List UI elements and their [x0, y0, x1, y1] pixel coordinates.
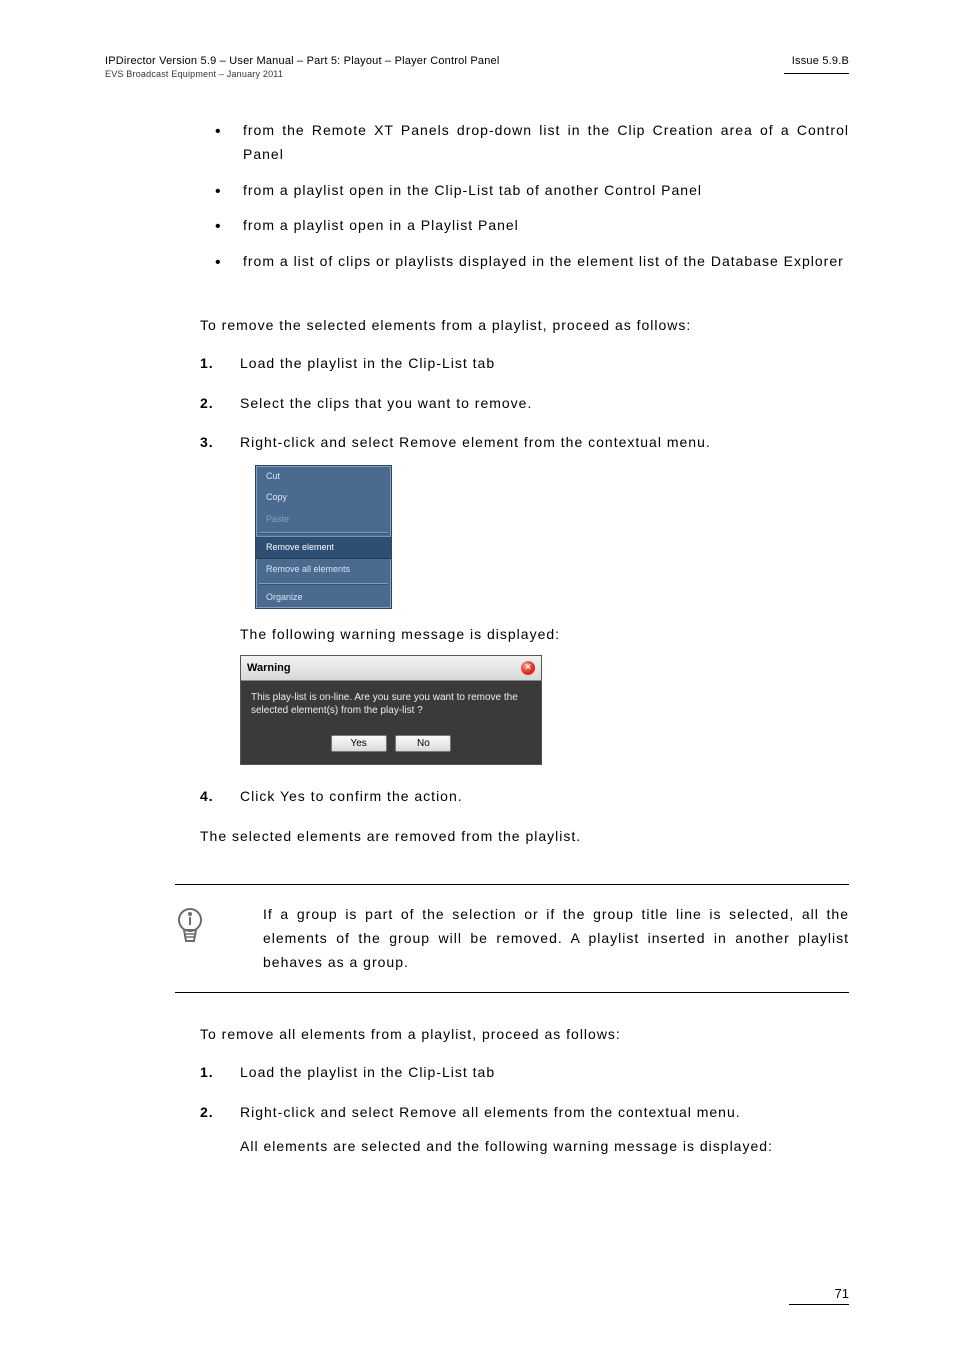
- menu-item-remove-all[interactable]: Remove all elements: [256, 559, 391, 580]
- menu-item-cut[interactable]: Cut: [256, 466, 391, 487]
- header-subtitle: EVS Broadcast Equipment – January 2011: [105, 69, 499, 79]
- step-item: Select the clips that you want to remove…: [240, 392, 849, 416]
- menu-item-copy[interactable]: Copy: [256, 487, 391, 508]
- list-item: from a list of clips or playlists displa…: [215, 250, 849, 274]
- step-item: Load the playlist in the Clip-List tab: [240, 352, 849, 376]
- section-intro: To remove the selected elements from a p…: [200, 314, 849, 338]
- footer-underline: [789, 1304, 849, 1305]
- tip-icon: [175, 907, 205, 943]
- section2-intro: To remove all elements from a playlist, …: [200, 1023, 849, 1047]
- header-underline: [784, 73, 849, 74]
- note-block: If a group is part of the selection or i…: [175, 884, 849, 993]
- no-button[interactable]: No: [395, 735, 451, 752]
- note-text: If a group is part of the selection or i…: [223, 903, 849, 974]
- step-item: Click Yes to confirm the action.: [240, 785, 849, 809]
- menu-separator: [259, 532, 388, 534]
- warning-caption: The following warning message is display…: [240, 623, 849, 647]
- warning-message: This play-list is on-line. Are you sure …: [251, 691, 531, 717]
- step-item: Load the playlist in the Clip-List tab: [240, 1061, 849, 1085]
- list-item: from a playlist open in the Clip-List ta…: [215, 179, 849, 203]
- menu-item-paste: Paste: [256, 509, 391, 530]
- menu-item-organize[interactable]: Organize: [256, 587, 391, 608]
- list-item: from a playlist open in a Playlist Panel: [215, 214, 849, 238]
- step-item: Right-click and select Remove all elemen…: [240, 1101, 849, 1159]
- menu-separator: [259, 583, 388, 585]
- warning-dialog: Warning × This play-list is on-line. Are…: [240, 655, 542, 766]
- context-menu: Cut Copy Paste Remove element Remove all…: [255, 465, 392, 609]
- menu-item-remove-element[interactable]: Remove element: [256, 536, 391, 559]
- warning-title: Warning: [247, 659, 291, 678]
- section-outro: The selected elements are removed from t…: [200, 825, 849, 849]
- list-item: from the Remote XT Panels drop-down list…: [215, 119, 849, 167]
- step-item: Right-click and select Remove element fr…: [240, 431, 849, 765]
- page-number: 71: [789, 1286, 849, 1304]
- close-icon[interactable]: ×: [521, 661, 535, 675]
- header-title: IPDirector Version 5.9 – User Manual – P…: [105, 55, 499, 67]
- header-issue: Issue 5.9.B: [784, 55, 849, 67]
- yes-button[interactable]: Yes: [331, 735, 387, 752]
- section2-after: All elements are selected and the follow…: [240, 1135, 849, 1159]
